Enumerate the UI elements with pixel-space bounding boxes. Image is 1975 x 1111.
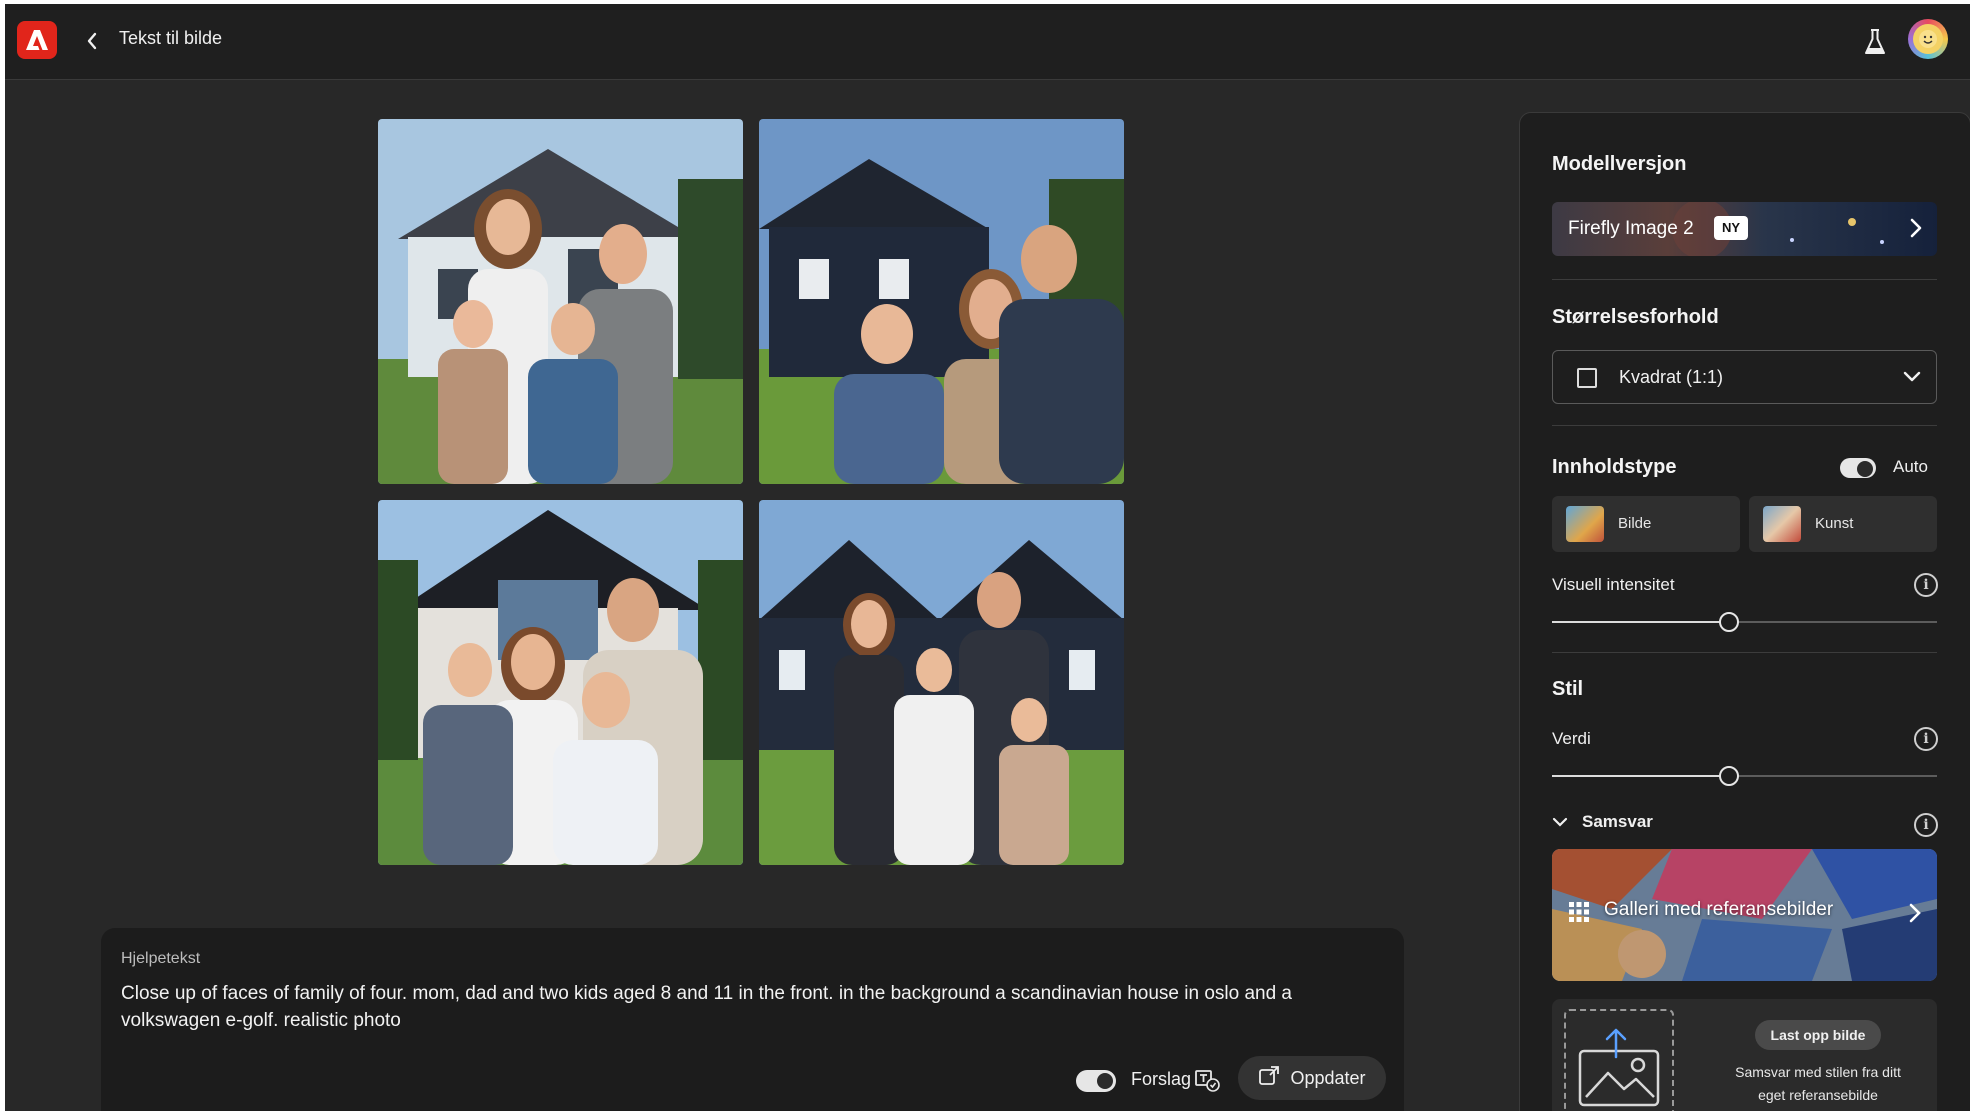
reference-gallery-label: Galleri med referansebilder (1604, 899, 1834, 920)
prompt-label: Hjelpetekst (121, 950, 201, 967)
upload-image-icon (1578, 1028, 1660, 1107)
content-type-heading: Innholdstype (1552, 456, 1677, 478)
generated-image-2[interactable] (759, 119, 1124, 484)
content-auto-label: Auto (1893, 457, 1928, 476)
chevron-right-icon (1909, 217, 1923, 244)
visual-intensity-label: Visuell intensitet (1552, 575, 1675, 594)
model-version-heading: Modellversjon (1552, 153, 1687, 175)
content-type-photo-button[interactable]: Bilde (1552, 496, 1740, 552)
new-badge: NY (1714, 216, 1749, 240)
content-type-art-button[interactable]: Kunst (1749, 496, 1937, 552)
update-button[interactable]: Oppdater (1238, 1056, 1386, 1100)
page-title: Tekst til bilde (119, 28, 223, 48)
content-type-art-label: Kunst (1815, 515, 1854, 532)
chevron-left-icon[interactable] (79, 28, 105, 54)
app-window: Tekst til bilde Hjelpetekst Close up of … (5, 4, 1970, 1111)
slider-fill (1552, 621, 1730, 623)
info-icon[interactable]: i (1914, 573, 1938, 597)
flask-icon[interactable] (1860, 26, 1890, 58)
top-bar: Tekst til bilde (5, 4, 1970, 80)
slider-fill (1552, 775, 1730, 777)
generated-image-1[interactable] (378, 119, 743, 484)
aspect-ratio-heading: Størrelsesforhold (1552, 306, 1719, 328)
content-auto-toggle[interactable] (1840, 458, 1876, 478)
strength-slider[interactable] (1552, 764, 1937, 788)
model-name: Firefly Image 2 (1568, 218, 1694, 239)
upload-image-button[interactable]: Last opp bilde (1755, 1020, 1881, 1050)
aspect-ratio-value: Kvadrat (1:1) (1619, 367, 1724, 387)
slider-thumb[interactable] (1719, 766, 1740, 786)
reference-gallery-button[interactable]: Galleri med referansebilder (1552, 849, 1937, 981)
chevron-right-icon (1909, 903, 1921, 923)
grid-icon (1569, 902, 1589, 922)
model-version-selector[interactable]: Firefly Image 2 NY (1552, 202, 1937, 256)
refresh-image-icon (1258, 1065, 1280, 1092)
info-icon[interactable]: i (1914, 727, 1938, 751)
info-icon[interactable]: i (1914, 813, 1938, 837)
chevron-down-icon (1552, 817, 1568, 827)
match-section-toggle[interactable]: Samsvar (1552, 812, 1653, 832)
prompt-input[interactable]: Close up of faces of family of four. mom… (121, 980, 1361, 1034)
slider-thumb[interactable] (1719, 612, 1740, 632)
adobe-logo-icon[interactable] (17, 21, 57, 59)
balloon-art-icon (1763, 506, 1801, 542)
square-icon (1577, 368, 1597, 388)
visual-intensity-slider[interactable] (1552, 610, 1937, 634)
balloon-photo-icon (1566, 506, 1604, 542)
match-label: Samsvar (1582, 812, 1653, 831)
content-type-photo-label: Bilde (1618, 515, 1652, 532)
chevron-down-icon (1902, 367, 1922, 392)
generated-image-4[interactable] (759, 500, 1124, 865)
update-button-label: Oppdater (1290, 1067, 1366, 1088)
avatar[interactable] (1908, 19, 1948, 59)
generated-image-3[interactable] (378, 500, 743, 865)
suggestions-toggle[interactable] (1076, 1070, 1116, 1092)
suggestions-label: Forslag (1131, 1069, 1192, 1089)
strength-label: Verdi (1552, 729, 1591, 748)
upload-reference-card: Last opp bilde Samsvar med stilen fra di… (1552, 999, 1937, 1111)
suggestion-settings-icon[interactable] (1194, 1068, 1220, 1092)
aspect-ratio-select[interactable]: Kvadrat (1:1) (1552, 350, 1937, 404)
upload-description: Samsvar med stilen fra ditt eget referan… (1735, 1064, 1901, 1103)
divider (1552, 652, 1937, 653)
divider (1552, 279, 1937, 280)
settings-panel: Modellversjon Firefly Image 2 NY Størrel… (1519, 112, 1970, 1111)
upload-dropzone[interactable] (1564, 1009, 1674, 1111)
avatar-face-icon (1913, 24, 1943, 54)
style-heading: Stil (1552, 678, 1584, 700)
divider (1552, 425, 1937, 426)
prompt-box: Hjelpetekst Close up of faces of family … (101, 928, 1404, 1111)
